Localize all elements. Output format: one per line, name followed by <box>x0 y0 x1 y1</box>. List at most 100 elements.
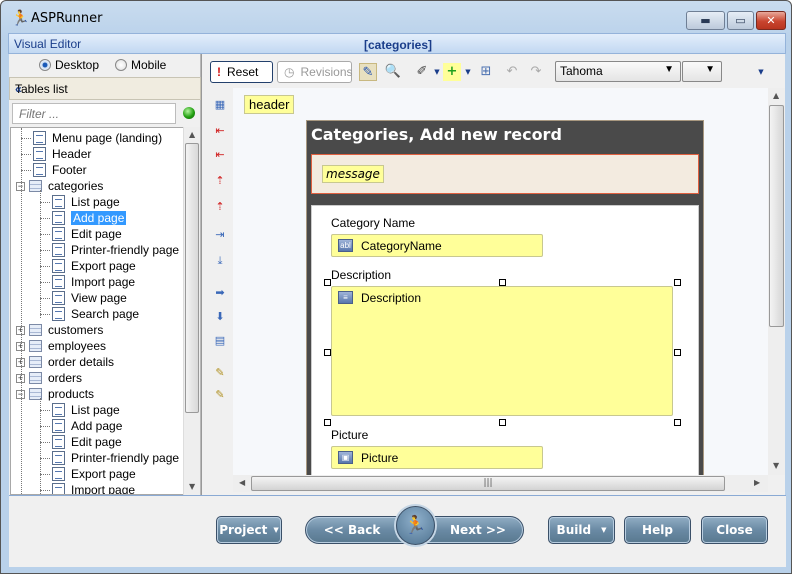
resize-handle[interactable] <box>674 349 681 356</box>
tree-page-node[interactable]: Edit page <box>52 226 122 242</box>
maximize-button[interactable]: ▭ <box>727 11 754 30</box>
scroll-up-icon[interactable]: ▲ <box>189 130 195 139</box>
move-down-icon[interactable]: ⬇ <box>211 310 229 326</box>
back-button[interactable]: << Back <box>307 516 397 544</box>
text-field-icon: abl <box>338 239 353 252</box>
textarea-icon: ≡ <box>338 291 353 304</box>
mobile-radio[interactable]: Mobile <box>115 58 166 72</box>
run-button[interactable]: 🏃 <box>396 506 435 545</box>
tree-scroll-thumb[interactable] <box>185 143 199 413</box>
tree-table-node[interactable]: − products <box>16 386 94 402</box>
message-block[interactable]: message <box>322 165 384 183</box>
insert-row-above-icon[interactable]: ⇤ <box>211 124 229 140</box>
project-button[interactable]: Project ▼ <box>216 516 282 544</box>
tree-page-node[interactable]: View page <box>52 290 127 306</box>
scroll-right-icon[interactable]: ▶ <box>754 478 760 487</box>
redo-icon[interactable]: ↷ <box>527 63 545 81</box>
tree-connector <box>21 170 31 171</box>
page-icon <box>52 259 65 273</box>
tree-table-node[interactable]: + orders <box>16 370 82 386</box>
resize-handle[interactable] <box>499 419 506 426</box>
tree-page-node[interactable]: Printer-friendly page <box>52 450 179 466</box>
tree-page-node[interactable]: Header <box>33 146 91 162</box>
help-button[interactable]: Help <box>624 516 691 544</box>
visual-editor-bar: Visual Editor [categories] <box>8 33 786 54</box>
close-window-button[interactable]: ✕ <box>756 11 786 30</box>
design-canvas[interactable]: header Categories, Add new record messag… <box>233 88 768 475</box>
insert-column-right-icon[interactable]: ⇡ <box>211 200 229 216</box>
minimize-button[interactable]: ▬ <box>686 11 725 30</box>
canvas-hscroll-thumb[interactable]: ||| <box>251 476 725 491</box>
resize-handle[interactable] <box>674 279 681 286</box>
collapse-panel-icon[interactable]: « <box>15 82 194 96</box>
merge-down-icon[interactable]: ⤓ <box>211 254 229 270</box>
tree-page-node[interactable]: Search page <box>52 306 139 322</box>
insert-column-left-icon[interactable]: ⇡ <box>211 174 229 190</box>
grid-icon[interactable]: ▤ <box>211 334 229 350</box>
page-icon <box>52 419 65 433</box>
tree-page-node[interactable]: Add page <box>52 210 127 226</box>
scroll-down-icon[interactable]: ▼ <box>189 482 195 491</box>
tree-table-node[interactable]: − categories <box>16 178 103 194</box>
header-block[interactable]: header <box>244 95 295 114</box>
tables-list-header: Tables list « <box>9 77 201 100</box>
desktop-radio[interactable]: Desktop <box>39 58 99 72</box>
font-size-select[interactable]: ▼ <box>682 61 722 82</box>
tree-connector <box>40 426 50 427</box>
resize-handle[interactable] <box>674 419 681 426</box>
filter-input[interactable] <box>12 103 176 124</box>
category-name-field[interactable]: abl CategoryName <box>331 234 543 257</box>
font-family-value: Tahoma <box>560 64 603 78</box>
merge-right-icon[interactable]: ⇥ <box>211 228 229 244</box>
cell-properties-icon[interactable]: ✎ <box>211 388 229 404</box>
tree-page-node[interactable]: Edit page <box>52 434 122 450</box>
tree-page-node[interactable]: Menu page (landing) <box>33 130 162 146</box>
revisions-button[interactable]: ◷ Revisions <box>277 61 353 83</box>
resize-handle[interactable] <box>324 419 331 426</box>
tree-connector <box>40 298 50 299</box>
table-icon[interactable]: ▦ <box>211 98 229 114</box>
resize-handle[interactable] <box>499 279 506 286</box>
build-button[interactable]: Build ▼ <box>548 516 615 544</box>
reset-button[interactable]: ! Reset <box>210 61 273 83</box>
scroll-down-icon[interactable]: ▼ <box>773 461 779 470</box>
insert-dropdown-icon[interactable]: ▼ <box>459 63 477 81</box>
tree-page-node[interactable]: Import page <box>52 274 135 290</box>
font-family-select[interactable]: Tahoma ▼ <box>555 61 681 82</box>
tree-page-node[interactable]: Export page <box>52 258 136 274</box>
next-button[interactable]: Next >> <box>435 516 521 544</box>
tree-scrollbar[interactable]: ▲ ▼ <box>183 127 200 495</box>
toolbar-overflow-icon[interactable]: ▼ <box>752 63 770 81</box>
tree-page-node[interactable]: List page <box>52 402 120 418</box>
tree-page-node[interactable]: Export page <box>52 466 136 482</box>
tree-table-node[interactable]: + customers <box>16 322 103 338</box>
table-properties-icon[interactable]: ✎ <box>211 366 229 382</box>
page-icon <box>33 147 46 161</box>
page-icon <box>52 291 65 305</box>
tree-node-label: Footer <box>52 163 87 177</box>
canvas-vertical-scrollbar[interactable]: ▲ ▼ <box>768 88 785 475</box>
resize-handle[interactable] <box>324 349 331 356</box>
tree-table-node[interactable]: + employees <box>16 338 106 354</box>
description-field[interactable]: ≡ Description <box>331 286 673 416</box>
tree-page-node[interactable]: Import page <box>52 482 135 494</box>
tree-page-node[interactable]: Footer <box>33 162 87 178</box>
scroll-left-icon[interactable]: ◀ <box>239 478 245 487</box>
picture-field[interactable]: ▣ Picture <box>331 446 543 469</box>
insert-row-below-icon[interactable]: ⇤ <box>211 148 229 164</box>
canvas-horizontal-scrollbar[interactable]: ◀ ||| ▶ <box>233 475 768 492</box>
structure-tree-icon[interactable]: ⊞ <box>477 63 495 81</box>
preview-icon[interactable]: 🔍 <box>384 63 402 81</box>
tree-table-node[interactable]: + order details <box>16 354 114 370</box>
close-button[interactable]: Close <box>701 516 768 544</box>
tree-node-label: List page <box>71 195 120 209</box>
move-right-icon[interactable]: ➡ <box>211 286 229 302</box>
undo-icon[interactable]: ↶ <box>503 63 521 81</box>
tree-page-node[interactable]: Printer-friendly page <box>52 242 179 258</box>
design-ruler-icon[interactable]: ✎ <box>359 63 377 81</box>
tree-page-node[interactable]: Add page <box>52 418 122 434</box>
canvas-vscroll-thumb[interactable] <box>769 105 784 327</box>
tree-page-node[interactable]: List page <box>52 194 120 210</box>
scroll-up-icon[interactable]: ▲ <box>773 91 779 100</box>
resize-handle[interactable] <box>324 279 331 286</box>
